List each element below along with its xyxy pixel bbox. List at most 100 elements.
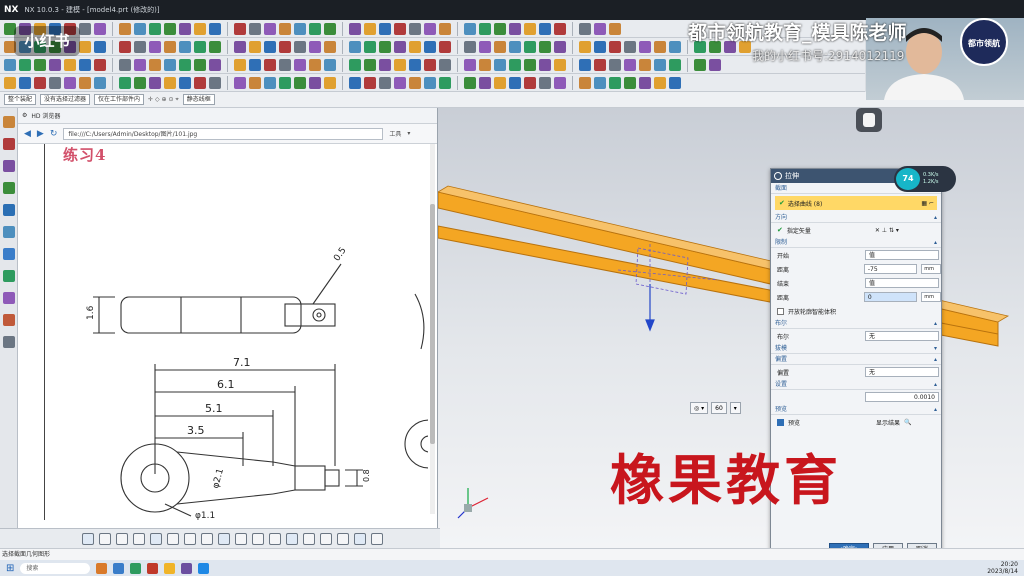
system-scenes-icon[interactable] — [3, 336, 15, 348]
sketch-tool-icon[interactable] — [303, 532, 315, 545]
toolbar-tool-icon[interactable] — [524, 76, 536, 89]
toolbar-tool-icon[interactable] — [624, 40, 636, 53]
toolbar-tool-icon[interactable] — [234, 22, 246, 35]
toolbar-tool-icon[interactable] — [149, 22, 161, 35]
chevron-up-icon[interactable]: ▴ — [934, 404, 937, 415]
chevron-up-icon[interactable]: ▴ — [934, 212, 937, 223]
toolbar-tool-icon[interactable] — [624, 76, 636, 89]
toolbar-tool-icon[interactable] — [579, 22, 591, 35]
process-studio-icon[interactable] — [3, 292, 15, 304]
sketch-tool-icon[interactable] — [133, 532, 145, 545]
taskbar-app-icon[interactable] — [96, 562, 108, 574]
end-distance-field[interactable]: 0 — [863, 292, 918, 302]
toolbar-tool-icon[interactable] — [79, 40, 91, 53]
toolbar-tool-icon[interactable] — [539, 76, 551, 89]
sketch-tool-icon[interactable] — [99, 532, 111, 545]
toolbar-tool-icon[interactable] — [49, 76, 61, 89]
back-arrow-icon[interactable]: ◀ — [24, 129, 31, 139]
taskbar-app-icon[interactable] — [181, 562, 193, 574]
reverse-direction-icon[interactable]: ✕ ⊥ ⇅ ▾ — [875, 227, 899, 234]
section-header-preview[interactable]: 预览 ▴ — [771, 404, 941, 415]
address-bar[interactable]: file:///C:/Users/Admin/Desktop/图片/101.jp… — [63, 127, 384, 140]
toolbar-tool-icon[interactable] — [34, 58, 46, 71]
preview-checkbox[interactable] — [777, 418, 784, 426]
sketch-tool-icon[interactable] — [337, 532, 349, 545]
toolbar-tool-icon[interactable] — [409, 22, 421, 35]
toolbar-tool-icon[interactable] — [464, 76, 476, 89]
toolbar-tool-icon[interactable] — [209, 22, 221, 35]
taskbar-app-icon[interactable] — [198, 562, 210, 574]
toolbar-tool-icon[interactable] — [509, 58, 521, 71]
open-profile-checkbox[interactable] — [777, 307, 784, 315]
toolbar-tool-icon[interactable] — [179, 58, 191, 71]
toolbar-tool-icon[interactable] — [424, 58, 436, 71]
toolbar-tool-icon[interactable] — [119, 76, 131, 89]
toolbar-tool-icon[interactable] — [179, 22, 191, 35]
toolbar-tool-icon[interactable] — [309, 22, 321, 35]
toolbar-tool-icon[interactable] — [594, 22, 606, 35]
toolbar-tool-icon[interactable] — [479, 58, 491, 71]
section-header-limits[interactable]: 限制 ▴ — [771, 237, 941, 248]
taskbar-app-icon[interactable] — [130, 562, 142, 574]
toolbar-tool-icon[interactable] — [349, 76, 361, 89]
toolbar-tool-icon[interactable] — [509, 40, 521, 53]
render-style-dropdown[interactable]: 静态线框 — [182, 94, 215, 105]
section-header-boolean[interactable]: 布尔 ▴ — [771, 318, 941, 329]
toolbar-tool-icon[interactable] — [4, 58, 16, 71]
assembly-navigator-icon[interactable] — [3, 138, 15, 150]
toolbar-tool-icon[interactable] — [379, 40, 391, 53]
select-curve-row[interactable]: ✔ 选择曲线 (8) ▦ ⌐ — [775, 196, 937, 210]
toolbar-tool-icon[interactable] — [379, 22, 391, 35]
toolbar-tool-icon[interactable] — [609, 22, 621, 35]
toolbar-tool-icon[interactable] — [134, 22, 146, 35]
toolbar-tool-icon[interactable] — [79, 22, 91, 35]
toolbar-tool-icon[interactable] — [194, 40, 206, 53]
toolbar-tool-icon[interactable] — [134, 40, 146, 53]
system-materials-icon[interactable] — [3, 270, 15, 282]
toolbar-tool-icon[interactable] — [309, 76, 321, 89]
toolbar-tool-icon[interactable] — [4, 76, 16, 89]
snap-icons[interactable]: ✛ ◇ ⊕ ⊙ ⌖ — [148, 96, 179, 104]
toolbar-tool-icon[interactable] — [639, 58, 651, 71]
toolbar-tool-icon[interactable] — [364, 22, 376, 35]
toolbar-tool-icon[interactable] — [554, 76, 566, 89]
sketch-tool-icon[interactable] — [82, 532, 94, 545]
toolbar-tool-icon[interactable] — [669, 76, 681, 89]
sketch-tool-icon[interactable] — [150, 532, 162, 545]
toolbar-tool-icon[interactable] — [294, 22, 306, 35]
toolbar-tool-icon[interactable] — [669, 40, 681, 53]
toolbar-tool-icon[interactable] — [609, 40, 621, 53]
toolbar-tool-icon[interactable] — [149, 40, 161, 53]
toolbar-tool-icon[interactable] — [439, 76, 451, 89]
toolbar-tool-icon[interactable] — [539, 40, 551, 53]
toolbar-tool-icon[interactable] — [439, 22, 451, 35]
toolbar-tool-icon[interactable] — [164, 22, 176, 35]
gear-icon[interactable] — [774, 172, 782, 180]
toolbar-tool-icon[interactable] — [394, 40, 406, 53]
sketch-tool-icon[interactable] — [235, 532, 247, 545]
start-dropdown[interactable]: 值 — [865, 250, 939, 260]
toolbar-tool-icon[interactable] — [494, 22, 506, 35]
toolbar-tool-icon[interactable] — [639, 76, 651, 89]
toolbar-tool-icon[interactable] — [424, 76, 436, 89]
toolbar-tool-icon[interactable] — [609, 58, 621, 71]
toolbar-tool-icon[interactable] — [479, 40, 491, 53]
toolbar-tool-icon[interactable] — [364, 40, 376, 53]
toolbar-tool-icon[interactable] — [424, 22, 436, 35]
toolbar-tool-icon[interactable] — [209, 58, 221, 71]
toolbar-tool-icon[interactable] — [264, 76, 276, 89]
toolbar-tool-icon[interactable] — [79, 58, 91, 71]
toolbar-tool-icon[interactable] — [209, 76, 221, 89]
toolbar-tool-icon[interactable] — [554, 40, 566, 53]
toolbar-tool-icon[interactable] — [249, 58, 261, 71]
toolbar-tool-icon[interactable] — [149, 58, 161, 71]
chevron-up-icon[interactable]: ▴ — [934, 354, 937, 365]
assembly-scope-dropdown[interactable]: 仅在工作部件内 — [94, 94, 145, 105]
toolbar-tool-icon[interactable] — [164, 76, 176, 89]
toolbar-tool-icon[interactable] — [194, 22, 206, 35]
toolbar-tool-icon[interactable] — [464, 40, 476, 53]
toolbar-tool-icon[interactable] — [394, 76, 406, 89]
sketch-tool-icon[interactable] — [371, 532, 383, 545]
toolbar-tool-icon[interactable] — [149, 76, 161, 89]
browser-scrollbar[interactable] — [430, 144, 435, 514]
